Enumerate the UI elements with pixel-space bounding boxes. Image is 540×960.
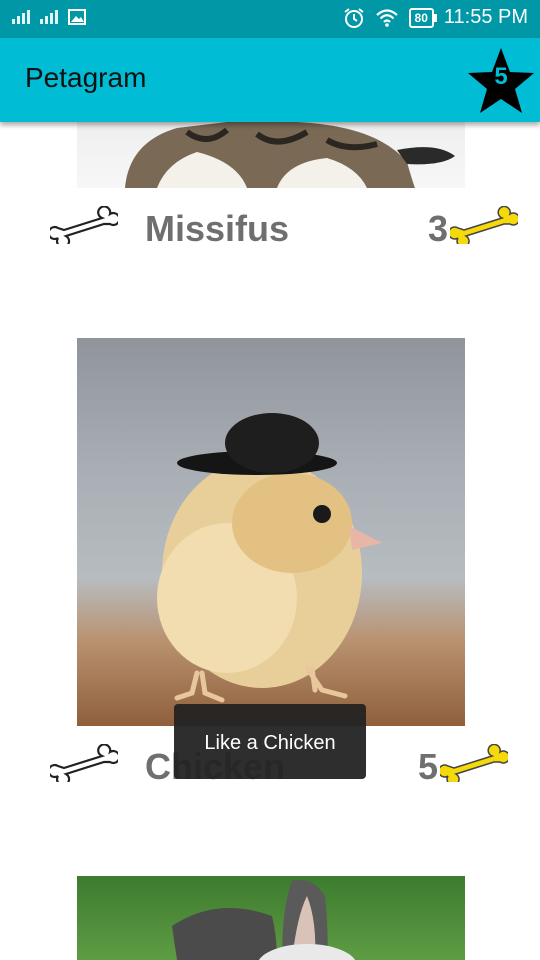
pet-likes: 5 xyxy=(417,746,438,787)
pet-photo-chicken xyxy=(77,338,465,726)
pet-photo-cat xyxy=(77,122,465,188)
pet-name: Missifus xyxy=(145,208,290,249)
signal-icon xyxy=(12,10,30,24)
bone-outline-icon[interactable] xyxy=(50,744,118,782)
toast-message: Like a Chicken xyxy=(174,704,366,779)
gallery-icon xyxy=(68,9,86,25)
favorites-button[interactable]: 5 xyxy=(466,46,536,116)
pet-card-missifus: Missifus 3 xyxy=(0,200,540,260)
battery-level: 80 xyxy=(414,10,428,25)
app-title: Petagram xyxy=(25,62,147,93)
bone-outline-icon[interactable] xyxy=(50,206,118,244)
status-bar: 80 11:55 PM xyxy=(0,0,540,38)
signal-2-icon xyxy=(40,10,58,24)
bone-yellow-icon xyxy=(440,744,508,782)
wifi-icon xyxy=(375,8,398,27)
bone-yellow-icon xyxy=(450,206,518,244)
pet-photo-rabbit xyxy=(77,876,465,960)
pet-likes: 3 xyxy=(427,208,448,249)
battery-icon: 80 xyxy=(408,7,438,28)
status-time: 11:55 PM xyxy=(443,6,528,28)
app-bar: Petagram 5 xyxy=(0,38,540,122)
favorites-count: 5 xyxy=(494,63,508,90)
alarm-icon xyxy=(343,7,364,28)
